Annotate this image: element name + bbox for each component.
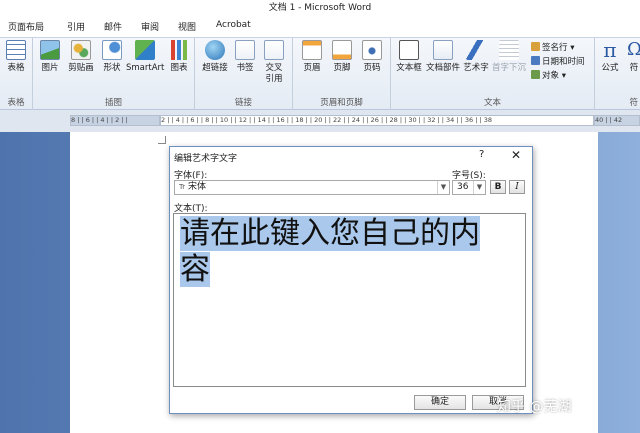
margin-corner-mark bbox=[158, 136, 166, 144]
wordart-text-input[interactable]: 请在此键入您自己的内 容 bbox=[173, 213, 526, 387]
group-symbols: π 公式 Ω 符 符 bbox=[595, 38, 640, 110]
selected-text-line-2: 容 bbox=[180, 252, 210, 287]
chevron-down-icon: ▼ bbox=[437, 181, 449, 194]
group-label-illustrations: 插图 bbox=[104, 98, 122, 108]
italic-button[interactable]: I bbox=[509, 180, 525, 194]
object-icon bbox=[531, 70, 540, 79]
group-links: 超链接 书签 交叉 引用 链接 bbox=[195, 38, 293, 110]
picture-button[interactable]: 图片 bbox=[37, 40, 63, 74]
signature-line-button[interactable]: 签名行 ▾ bbox=[531, 41, 574, 53]
ruler-right-margin: 40 | | 42 bbox=[594, 115, 640, 126]
table-button[interactable]: 表格 bbox=[3, 40, 29, 74]
smartart-icon bbox=[135, 40, 155, 60]
smartart-button[interactable]: SmartArt bbox=[126, 40, 164, 74]
tab-mailings[interactable]: 邮件 bbox=[104, 20, 122, 33]
group-label-symbols: 符 bbox=[629, 98, 638, 108]
chart-icon bbox=[169, 40, 189, 60]
omega-icon: Ω bbox=[627, 40, 640, 60]
dialog-title: 编辑艺术字文字 bbox=[174, 154, 238, 164]
pi-icon: π bbox=[603, 38, 617, 62]
wordart-button[interactable]: 艺术字 bbox=[462, 40, 490, 74]
drop-cap-icon bbox=[499, 40, 519, 60]
clip-art-icon bbox=[71, 40, 91, 60]
group-header-footer: 页眉 页脚 页码 页眉和页脚 bbox=[293, 38, 391, 110]
ruler-text-area: 2 | | 4 | | 6 | | 8 | | 10 | | 12 | | 14… bbox=[160, 115, 594, 126]
group-label-header-footer: 页眉和页脚 bbox=[320, 98, 363, 108]
size-select[interactable]: 36 ▼ bbox=[452, 180, 486, 195]
close-button[interactable]: ✕ bbox=[506, 147, 526, 163]
equation-button[interactable]: π 公式 bbox=[598, 40, 622, 74]
help-button[interactable]: ? bbox=[479, 149, 484, 160]
wordart-icon bbox=[466, 40, 486, 60]
edit-wordart-dialog: 编辑艺术字文字 ? ✕ 字体(F): Tr 宋体 ▼ 字号(S): 36 ▼ B… bbox=[169, 146, 533, 414]
group-illustrations: 图片 剪贴画 形状 SmartArt 图表 插图 bbox=[33, 38, 195, 110]
ribbon: 表格 表格 图片 剪贴画 形状 SmartArt 图表 插图 超链接 书签 交叉… bbox=[0, 37, 640, 110]
window-title: 文档 1 - Microsoft Word bbox=[268, 3, 372, 13]
watermark-text: 知乎 @芜湖 bbox=[497, 399, 572, 415]
tab-references[interactable]: 引用 bbox=[67, 20, 85, 33]
tab-page-layout[interactable]: 页面布局 bbox=[8, 20, 44, 33]
shapes-button[interactable]: 形状 bbox=[99, 40, 125, 74]
font-value: 宋体 bbox=[188, 182, 207, 192]
close-icon: ✕ bbox=[510, 148, 522, 162]
size-value: 36 bbox=[457, 182, 469, 192]
wordart-text-content[interactable]: 请在此键入您自己的内 容 bbox=[180, 216, 520, 288]
quick-parts-icon bbox=[433, 40, 453, 60]
bookmark-icon bbox=[235, 40, 255, 60]
group-label-tables: 表格 bbox=[7, 98, 25, 108]
clip-art-button[interactable]: 剪贴画 bbox=[66, 40, 96, 74]
ribbon-tabs: 页面布局 引用 邮件 审阅 视图 Acrobat bbox=[0, 17, 640, 37]
date-time-button[interactable]: 日期和时间 bbox=[531, 55, 585, 67]
text-box-icon bbox=[399, 40, 419, 60]
tab-review[interactable]: 审阅 bbox=[141, 20, 159, 33]
group-label-text: 文本 bbox=[483, 98, 501, 108]
font-select[interactable]: Tr 宋体 ▼ bbox=[174, 180, 450, 195]
chart-button[interactable]: 图表 bbox=[167, 40, 191, 74]
drop-cap-button[interactable]: 首字下沉 bbox=[491, 40, 527, 74]
page-number-icon bbox=[362, 40, 382, 60]
group-text: 文本框 文档部件 艺术字 首字下沉 签名行 ▾ 日期和时间 对象 ▾ 文本 bbox=[391, 38, 595, 110]
hyperlink-button[interactable]: 超链接 bbox=[201, 40, 229, 74]
cross-reference-icon bbox=[264, 40, 284, 60]
bookmark-button[interactable]: 书签 bbox=[233, 40, 257, 74]
ruler-left-margin: 8 | | 6 | | 4 | | 2 | | bbox=[70, 115, 160, 126]
truetype-font-icon: Tr bbox=[179, 183, 186, 191]
globe-link-icon bbox=[205, 40, 225, 60]
window-title-bar: 文档 1 - Microsoft Word bbox=[0, 0, 640, 17]
picture-icon bbox=[40, 40, 60, 60]
text-box-button[interactable]: 文本框 bbox=[395, 40, 423, 74]
shapes-icon bbox=[102, 40, 122, 60]
symbol-button[interactable]: Ω 符 bbox=[627, 40, 640, 74]
calendar-icon bbox=[531, 56, 540, 65]
bold-button[interactable]: B bbox=[490, 180, 506, 194]
group-tables: 表格 表格 bbox=[0, 38, 33, 110]
signature-line-icon bbox=[531, 42, 540, 51]
page-number-button[interactable]: 页码 bbox=[359, 40, 385, 74]
chevron-down-icon: ▼ bbox=[473, 181, 485, 194]
cross-reference-button[interactable]: 交叉 引用 bbox=[261, 40, 287, 85]
table-icon bbox=[6, 40, 26, 60]
group-label-links: 链接 bbox=[234, 98, 252, 108]
header-icon bbox=[302, 40, 322, 60]
horizontal-ruler[interactable]: 8 | | 6 | | 4 | | 2 | | 2 | | 4 | | 6 | … bbox=[0, 110, 640, 132]
selected-text-line-1: 请在此键入您自己的内 bbox=[180, 216, 480, 251]
footer-button[interactable]: 页脚 bbox=[329, 40, 355, 74]
footer-icon bbox=[332, 40, 352, 60]
header-button[interactable]: 页眉 bbox=[299, 40, 325, 74]
tab-view[interactable]: 视图 bbox=[178, 20, 196, 33]
tab-acrobat[interactable]: Acrobat bbox=[216, 20, 251, 30]
quick-parts-button[interactable]: 文档部件 bbox=[425, 40, 461, 74]
ok-button[interactable]: 确定 bbox=[414, 395, 466, 410]
object-button[interactable]: 对象 ▾ bbox=[531, 69, 566, 81]
